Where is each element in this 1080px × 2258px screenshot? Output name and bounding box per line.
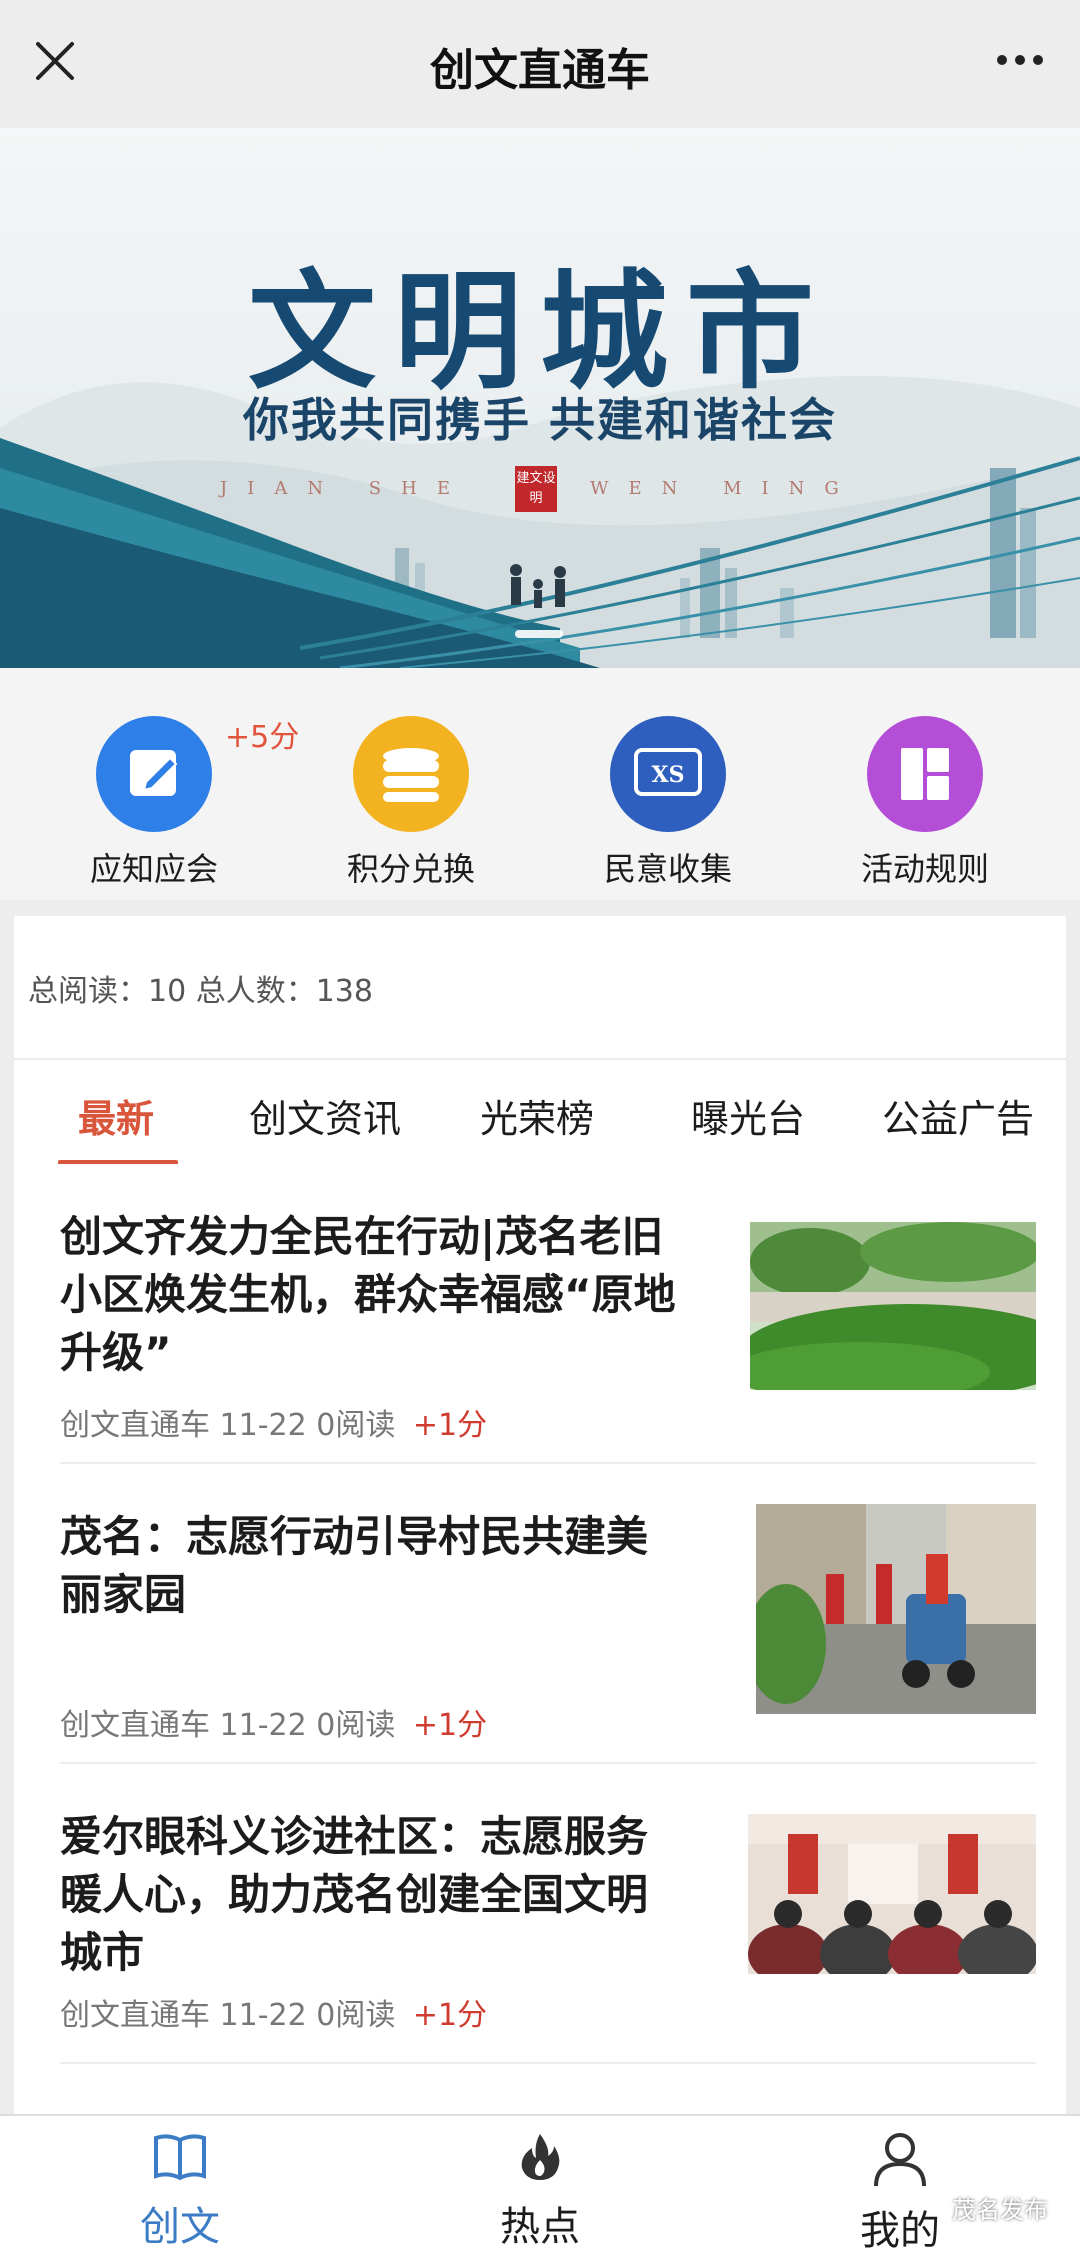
source-watermark: 茂名发布 (952, 2196, 1048, 2224)
article-thumbnail (750, 1222, 1036, 1390)
quick-item-label: 应知应会 (89, 850, 218, 888)
bottom-tab-chuangwen[interactable]: 创文 (80, 2130, 280, 2252)
list-item[interactable]: 创文齐发力全民在行动|茂名老旧小区焕发生机，群众幸福感“原地升级” 创文直通车 … (60, 1164, 1036, 1464)
coins-icon (353, 716, 469, 832)
banner-seal: 建文设明 (515, 466, 557, 512)
banner-slogan: 你我共同携手 共建和谐社会 (242, 393, 837, 447)
xs-icon-glyph: XS (652, 762, 685, 788)
article-source: 创文直通车 (60, 1998, 210, 2033)
tab-public-ads[interactable]: 公益广告 (882, 1088, 1034, 1143)
quick-item-label: 活动规则 (860, 850, 989, 888)
article-title: 创文齐发力全民在行动|茂名老旧小区焕发生机，群众幸福感“原地升级” (60, 1212, 676, 1377)
bottom-tab-hot[interactable]: 热点 (440, 2130, 640, 2252)
article-reads: 0阅读 (316, 1998, 396, 2033)
article-date: 11-22 (219, 1998, 307, 2033)
article-meta: 创文直通车 11-22 0阅读 +1分 (60, 1400, 487, 1444)
bottom-tab-label: 热点 (500, 2204, 580, 2250)
stats-panel: 总阅读：10 总人数：138 (14, 916, 1066, 1058)
article-list: 创文齐发力全民在行动|茂名老旧小区焕发生机，群众幸福感“原地升级” 创文直通车 … (14, 1164, 1066, 2114)
list-item[interactable]: 爱尔眼科义诊进社区：志愿服务暖人心，助力茂名创建全国文明城市 创文直通车 11-… (60, 1764, 1036, 2064)
article-meta: 创文直通车 11-22 0阅读 +1分 (60, 1990, 487, 2034)
xs-icon: XS (610, 716, 726, 832)
grid-icon (867, 716, 983, 832)
bottom-tab-label: 创文 (140, 2204, 220, 2250)
quick-item-label: 民意收集 (603, 850, 732, 888)
quick-actions: 应知应会 积分兑换 XS 民意收集 活动规则 +5分 (0, 668, 1080, 900)
flame-icon (521, 2134, 560, 2180)
quick-item-activity-rules[interactable]: 活动规则 (825, 716, 1025, 890)
quick-item-study[interactable]: 应知应会 (54, 716, 254, 890)
article-points: +1分 (412, 1998, 488, 2033)
article-meta: 创文直通车 11-22 0阅读 +1分 (60, 1700, 487, 1744)
article-date: 11-22 (219, 1708, 307, 1743)
banner-pinyin-left: JIAN SHE (220, 478, 470, 499)
category-tabs: 最新 创文资讯 光荣榜 曝光台 公益广告 (14, 1058, 1066, 1166)
article-points: +1分 (412, 1408, 488, 1443)
banner[interactable]: 文明城市 你我共同携手 共建和谐社会 JIAN SHE WEN MING 建文设… (0, 128, 1080, 668)
tab-exposure[interactable]: 曝光台 (691, 1088, 805, 1143)
article-reads: 0阅读 (316, 1408, 396, 1443)
article-thumbnail (748, 1814, 1036, 1974)
article-reads: 0阅读 (316, 1708, 396, 1743)
tab-latest[interactable]: 最新 (78, 1088, 154, 1143)
article-title: 爱尔眼科义诊进社区：志愿服务暖人心，助力茂名创建全国文明城市 (60, 1812, 649, 1977)
article-source: 创文直通车 (60, 1408, 210, 1443)
quick-item-points-exchange[interactable]: 积分兑换 (311, 716, 511, 890)
article-points: +1分 (412, 1708, 488, 1743)
more-options-icon[interactable] (990, 40, 1050, 80)
quick-item-opinion-collection[interactable]: XS 民意收集 (568, 716, 768, 890)
reading-stats: 总阅读：10 总人数：138 (28, 974, 373, 1009)
person-icon (874, 2133, 926, 2187)
article-source: 创文直通车 (60, 1708, 210, 1743)
book-icon (154, 2134, 206, 2181)
article-date: 11-22 (219, 1408, 307, 1443)
banner-pinyin-right: WEN MING (590, 478, 859, 499)
article-thumbnail (756, 1504, 1036, 1714)
top-nav-bar: 创文直通车 (0, 0, 1080, 128)
edit-icon (96, 716, 212, 832)
tab-news[interactable]: 创文资讯 (249, 1088, 401, 1143)
divider (60, 2062, 1036, 2064)
quick-item-label: 积分兑换 (346, 850, 475, 888)
carousel-indicator (515, 630, 563, 638)
article-title: 茂名：志愿行动引导村民共建美丽家园 (60, 1512, 649, 1619)
tab-honor-roll[interactable]: 光荣榜 (480, 1088, 594, 1143)
list-item[interactable]: 茂名：志愿行动引导村民共建美丽家园 创文直通车 11-22 0阅读 +1分 (60, 1464, 1036, 1764)
bottom-tab-bar: 创文 热点 我的 (0, 2114, 1080, 2258)
points-badge: +5分 (225, 720, 300, 755)
page-title: 创文直通车 (430, 45, 650, 96)
